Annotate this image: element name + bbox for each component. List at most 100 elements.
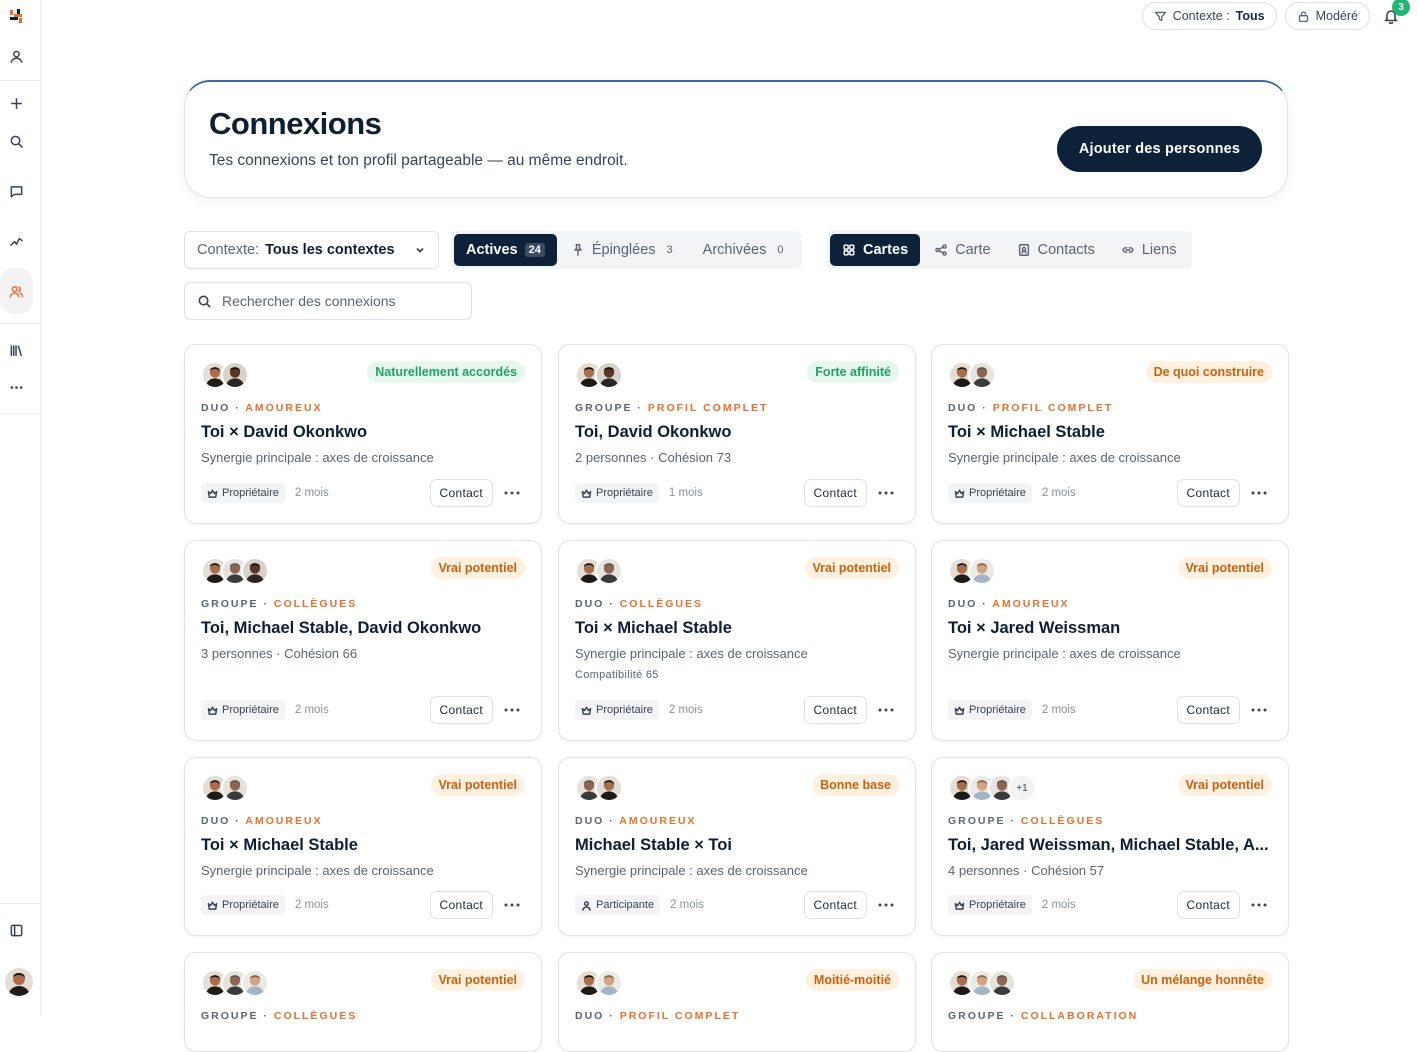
affinity-badge: Un mélange honnête (1133, 969, 1272, 991)
connection-card[interactable]: Un mélange honnête GROUPE · COLLABORATIO… (931, 952, 1289, 1052)
tab-pinned-label: Épinglées (591, 242, 656, 258)
more-options-icon[interactable] (499, 696, 525, 724)
context-filter-pill[interactable]: Contexte : Tous (1141, 2, 1277, 30)
role-tag: Propriétaire (948, 895, 1032, 915)
card-age: 1 mois (668, 487, 703, 499)
contact-button[interactable]: Contact (429, 891, 493, 919)
more-options-icon[interactable] (873, 479, 899, 507)
contact-button[interactable]: Contact (803, 891, 867, 919)
add-icon[interactable] (0, 87, 32, 119)
more-options-icon[interactable] (1246, 479, 1272, 507)
add-people-button[interactable]: Ajouter des personnes (1057, 126, 1262, 172)
card-kind: DUO (201, 815, 231, 827)
search-icon[interactable] (0, 125, 32, 157)
more-options-icon[interactable] (873, 891, 899, 919)
affinity-badge: De quoi construire (1145, 361, 1272, 383)
card-category: COLLÈGUES (273, 598, 358, 610)
connection-card[interactable]: De quoi construire DUO · PROFIL COMPLET T… (931, 344, 1289, 524)
card-category: PROFIL COMPLET (619, 1010, 741, 1022)
tab-links[interactable]: Liens (1109, 234, 1189, 266)
card-title: Toi, David Okonkwo (575, 423, 732, 441)
more-options-icon[interactable] (1246, 696, 1272, 724)
affinity-badge: Vrai potentiel (804, 557, 899, 579)
connection-card[interactable]: Bonne base DUO · AMOUREUX Michael Stable … (558, 757, 916, 936)
share-nodes-icon (935, 244, 947, 256)
card-kicker: DUO · COLLÈGUES (575, 598, 704, 610)
card-footer: Propriétaire 2 mois Contact (948, 479, 1272, 507)
contact-button[interactable]: Contact (429, 696, 493, 724)
context-select[interactable]: Contexte: Tous les contextes (184, 231, 439, 269)
tab-archived[interactable]: Archivées 0 (691, 234, 800, 266)
contact-button[interactable]: Contact (429, 479, 493, 507)
tab-actives[interactable]: Actives 24 (454, 234, 557, 266)
tab-pinned[interactable]: Épinglées 3 (559, 234, 689, 266)
library-icon[interactable] (0, 334, 32, 366)
card-kicker: GROUPE · COLLÈGUES (201, 1010, 358, 1022)
card-age: 2 mois (1041, 487, 1076, 499)
card-kicker: GROUPE · PROFIL COMPLET (575, 402, 769, 414)
card-kind: GROUPE (948, 815, 1006, 827)
contact-button[interactable]: Contact (1176, 696, 1240, 724)
connection-card[interactable]: Vrai potentiel DUO · AMOUREUX Toi × Micha… (184, 757, 542, 936)
avatar-stack (201, 774, 249, 802)
role-label: Propriétaire (596, 704, 653, 716)
card-age: 2 mois (294, 899, 329, 911)
notifications-badge: 3 (1392, 0, 1410, 16)
profile-icon[interactable] (0, 40, 32, 72)
card-title: Michael Stable × Toi (575, 836, 732, 854)
crown-icon (954, 489, 965, 498)
more-options-icon[interactable] (873, 696, 899, 724)
card-category: AMOUREUX (992, 598, 1070, 610)
connection-card[interactable]: Naturellement accordés DUO · AMOUREUX Toi… (184, 344, 542, 524)
role-label: Propriétaire (222, 704, 279, 716)
contact-button[interactable]: Contact (803, 696, 867, 724)
card-kind: DUO (575, 598, 605, 610)
card-title: Toi, Jared Weissman, Michael Stable, A..… (948, 836, 1269, 854)
pulse-icon[interactable] (0, 225, 32, 257)
avatar (595, 969, 623, 997)
affinity-badge: Vrai potentiel (1177, 774, 1272, 796)
more-options-icon[interactable] (499, 479, 525, 507)
connection-card[interactable]: Forte affinité GROUPE · PROFIL COMPLET To… (558, 344, 916, 524)
tab-contacts[interactable]: Contacts (1005, 234, 1107, 266)
mode-pill[interactable]: Modéré (1284, 2, 1370, 30)
more-options-icon[interactable] (0, 371, 32, 403)
user-avatar[interactable] (5, 968, 33, 996)
connections-icon[interactable] (0, 268, 33, 314)
tab-cards[interactable]: Cartes (830, 234, 921, 266)
card-kicker: DUO · PROFIL COMPLET (948, 402, 1114, 414)
filter-icon (1154, 11, 1166, 21)
card-footer: Propriétaire 2 mois Contact (948, 891, 1272, 919)
link-icon (1122, 247, 1134, 253)
connection-card[interactable]: Vrai potentiel DUO · COLLÈGUES Toi × Mich… (558, 540, 916, 741)
role-label: Propriétaire (596, 487, 653, 499)
avatar-stack: +1 (948, 774, 1036, 802)
card-title: Toi × David Okonkwo (201, 423, 368, 441)
sidebar (0, 0, 41, 1016)
card-category: COLLÈGUES (619, 598, 704, 610)
contact-button[interactable]: Contact (803, 479, 867, 507)
connection-card[interactable]: Vrai potentiel GROUPE · COLLÈGUES (184, 952, 542, 1052)
affinity-badge: Moitié-moitié (805, 969, 899, 991)
avatar (241, 969, 269, 997)
connection-card[interactable]: Vrai potentiel DUO · AMOUREUX Toi × Jared… (931, 540, 1289, 741)
person-icon (582, 900, 591, 911)
card-kind: DUO (201, 402, 231, 414)
search-input[interactable]: Rechercher des connexions (184, 282, 472, 320)
notifications-button[interactable]: 3 (1378, 0, 1410, 30)
sidebar-toggle-icon[interactable] (0, 914, 32, 946)
tab-map[interactable]: Carte (922, 234, 1002, 266)
contact-button[interactable]: Contact (1176, 891, 1240, 919)
chat-icon[interactable] (0, 175, 32, 207)
lock-icon (1298, 10, 1308, 22)
tab-archived-label: Archivées (702, 242, 767, 258)
more-options-icon[interactable] (499, 891, 525, 919)
more-options-icon[interactable] (1246, 891, 1272, 919)
mode-label: Modéré (1315, 9, 1358, 23)
connection-card[interactable]: Moitié-moitié DUO · PROFIL COMPLET (558, 952, 916, 1052)
connection-card[interactable]: Vrai potentiel GROUPE · COLLÈGUES Toi, Mi… (184, 540, 542, 741)
tab-archived-count: 0 (777, 244, 784, 256)
connection-card[interactable]: +1 Vrai potentiel GROUPE · COLLÈGUES Toi,… (931, 757, 1289, 936)
contact-button[interactable]: Contact (1176, 479, 1240, 507)
app-logo-icon[interactable] (8, 8, 24, 24)
